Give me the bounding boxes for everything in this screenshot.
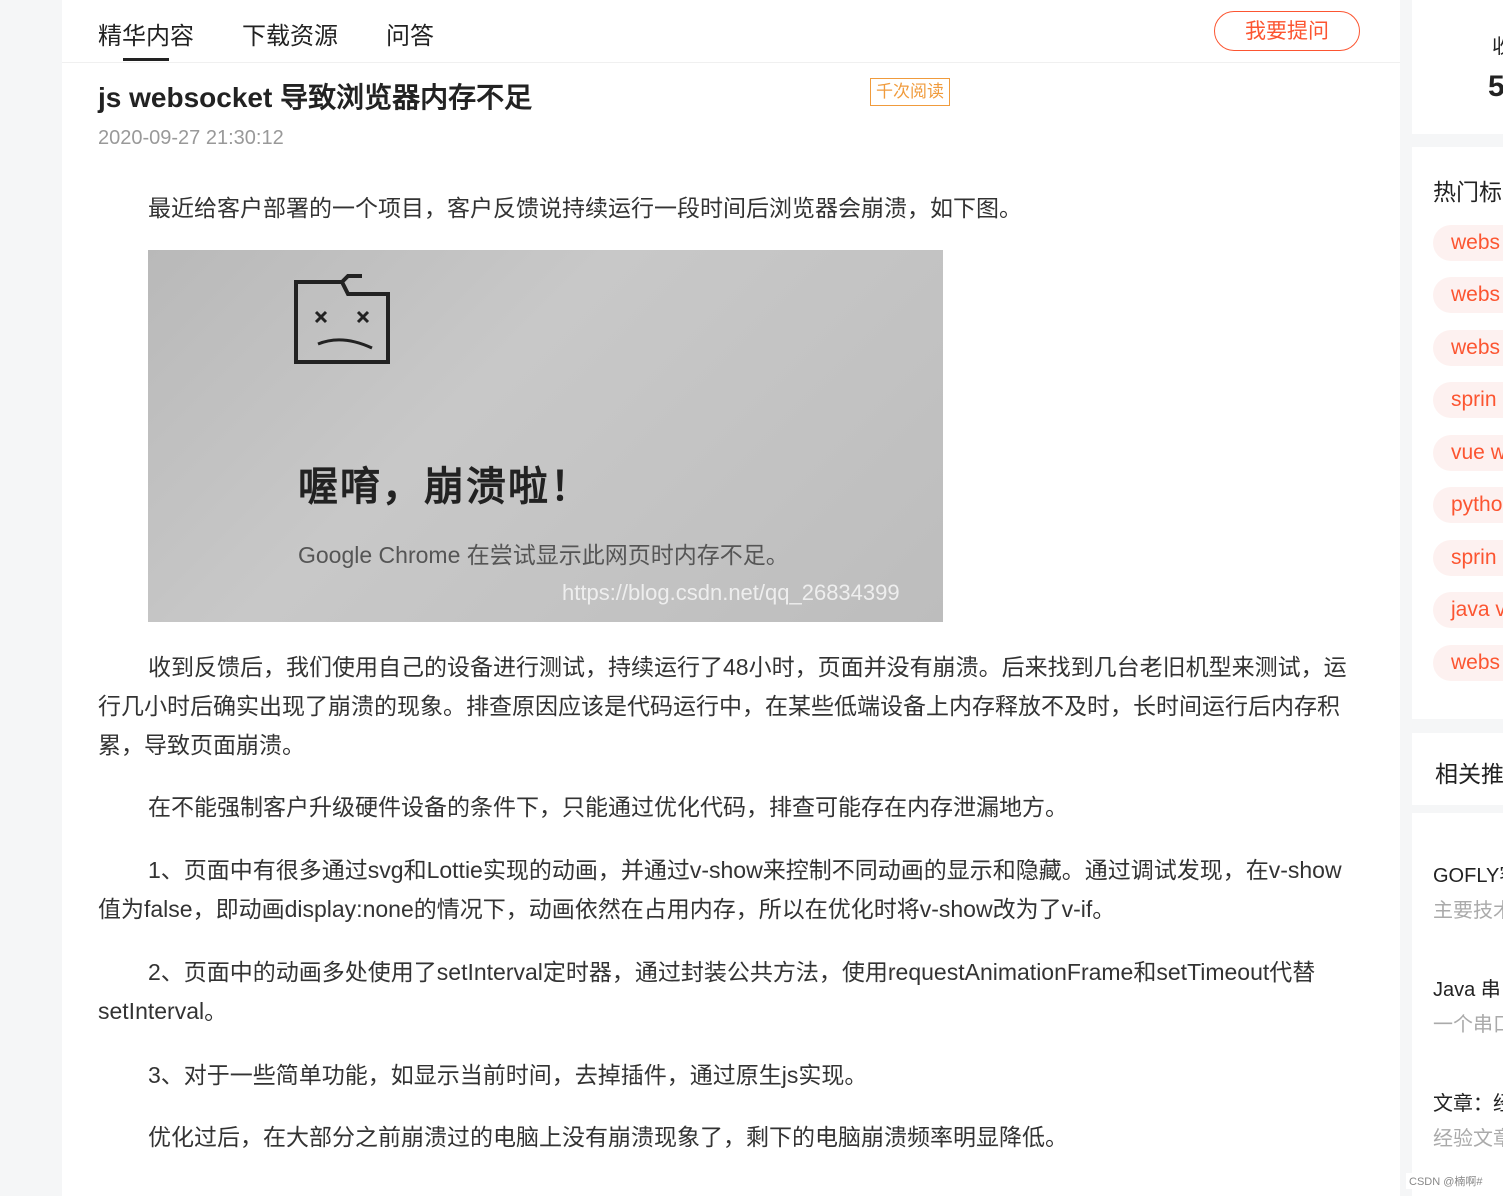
content-tabs: 精华内容 下载资源 问答 我要提问 — [62, 0, 1400, 63]
crash-screenshot: 喔唷，崩溃啦！ Google Chrome 在尝试显示此网页时内存不足。 htt… — [148, 250, 943, 622]
related-item-title[interactable]: GOFLY客 — [1433, 859, 1503, 888]
hot-tag[interactable]: sprin — [1433, 382, 1503, 418]
article-title: js websocket 导致浏览器内存不足 — [98, 82, 533, 113]
article-paragraph: 1、页面中有很多通过svg和Lottie实现的动画，并通过v-show来控制不同… — [98, 857, 1342, 922]
hot-tag[interactable]: webs — [1433, 277, 1503, 313]
tab-featured[interactable]: 精华内容 — [98, 16, 194, 61]
stat-value: 5 — [1488, 70, 1503, 103]
related-item-title[interactable]: Java 串 — [1433, 973, 1501, 1002]
article-paragraph: 在不能强制客户升级硬件设备的条件下，只能通过优化代码，排查可能存在内存泄漏地方。 — [148, 794, 1068, 820]
related-item-title[interactable]: 文章：经 — [1433, 1087, 1503, 1116]
article-date: 2020-09-27 21:30:12 — [98, 127, 284, 149]
hot-tag[interactable]: webs — [1433, 225, 1503, 261]
related-title: 相关推 — [1435, 761, 1503, 787]
tab-qa[interactable]: 问答 — [386, 16, 434, 51]
article-paragraph: 最近给客户部署的一个项目，客户反馈说持续运行一段时间后浏览器会崩溃，如下图。 — [148, 195, 1022, 221]
tab-downloads[interactable]: 下载资源 — [242, 16, 338, 51]
hot-tags-card: 热门标 webs webs webs sprin vue w pytho spr… — [1412, 147, 1503, 719]
hot-tag[interactable]: vue w — [1433, 435, 1503, 471]
hot-tag[interactable]: webs — [1433, 645, 1503, 681]
csdn-watermark: CSDN @楠啊# — [1406, 1173, 1486, 1189]
related-item-desc: 经验文章 — [1433, 1128, 1503, 1150]
stat-label: 收 — [1492, 36, 1503, 58]
related-item-desc: 一个串口 — [1433, 1014, 1503, 1036]
hot-tag[interactable]: sprin — [1433, 540, 1503, 576]
right-sidebar: 收 5 热门标 webs webs webs sprin vue w pytho… — [1412, 0, 1503, 1196]
crash-subtext: Google Chrome 在尝试显示此网页时内存不足。 — [298, 542, 789, 568]
hot-tags-title: 热门标 — [1433, 179, 1502, 205]
related-item-desc: 主要技术 — [1433, 900, 1503, 922]
stats-card: 收 5 — [1412, 0, 1503, 134]
related-header-card: 相关推 — [1412, 733, 1503, 805]
read-count-badge: 千次阅读 — [870, 78, 950, 106]
article-paragraph: 3、对于一些简单功能，如显示当前时间，去掉插件，通过原生js实现。 — [148, 1062, 868, 1088]
related-list-card: GOFLY客 主要技术 Java 串 一个串口 文章：经 经验文章 — [1412, 813, 1503, 1196]
hot-tag[interactable]: pytho — [1433, 487, 1503, 523]
sad-folder-icon — [294, 274, 390, 364]
hot-tag[interactable]: java v — [1433, 592, 1503, 628]
article-paragraph: 2、页面中的动画多处使用了setInterval定时器，通过封装公共方法，使用r… — [98, 959, 1316, 1024]
article-paragraph: 收到反馈后，我们使用自己的设备进行测试，持续运行了48小时，页面并没有崩溃。后来… — [98, 654, 1347, 758]
image-watermark: https://blog.csdn.net/qq_26834399 — [562, 580, 900, 605]
main-content: 精华内容 下载资源 问答 我要提问 js websocket 导致浏览器内存不足… — [62, 0, 1400, 1196]
hot-tag[interactable]: webs — [1433, 330, 1503, 366]
ask-question-button[interactable]: 我要提问 — [1214, 11, 1360, 51]
crash-headline: 喔唷，崩溃啦！ — [298, 465, 592, 509]
article-paragraph: 优化过后，在大部分之前崩溃过的电脑上没有崩溃现象了，剩下的电脑崩溃频率明显降低。 — [148, 1124, 1068, 1150]
